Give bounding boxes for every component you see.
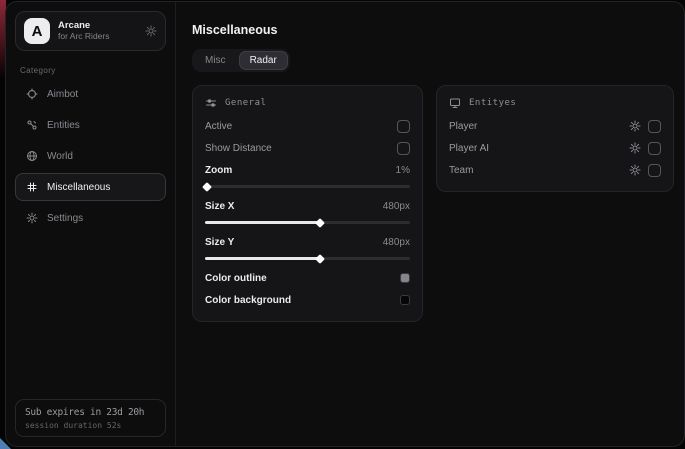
value-zoom: 1%	[396, 165, 410, 176]
label-player-ai: Player AI	[449, 143, 489, 154]
sidebar-item-label: Entities	[47, 120, 80, 131]
card-header-entities: Entityes	[449, 97, 661, 109]
slider-thumb[interactable]	[315, 218, 325, 228]
sidebar-item-aimbot[interactable]: Aimbot	[15, 80, 166, 108]
color-swatch-color-background[interactable]	[400, 295, 410, 305]
row-color-outline: Color outline	[205, 267, 410, 289]
subscription-expiry: Sub expires in 23d 20h	[25, 407, 156, 418]
cards-row: General Active Show Distance Zoom 1% Size X 48…	[192, 85, 674, 322]
monitor-icon	[449, 97, 461, 109]
sidebar-item-settings[interactable]: Settings	[15, 204, 166, 232]
row-team: Team	[449, 159, 661, 181]
row-color-background: Color background	[205, 289, 410, 311]
entities-icon	[25, 119, 38, 131]
sliders-icon	[205, 97, 217, 109]
card-general: General Active Show Distance Zoom 1% Size X 48…	[192, 85, 423, 322]
brand-subtitle: for Arc Riders	[58, 32, 110, 41]
label-size-x: Size X	[205, 201, 234, 212]
checkbox-active[interactable]	[397, 120, 410, 133]
slider-size-x[interactable]	[205, 221, 410, 224]
entity-controls-player-ai	[629, 142, 661, 155]
sidebar-item-label: Miscellaneous	[47, 182, 110, 193]
globe-icon	[25, 150, 38, 162]
label-size-y: Size Y	[205, 237, 234, 248]
sidebar-item-entities[interactable]: Entities	[15, 111, 166, 139]
row-show-distance: Show Distance	[205, 137, 410, 159]
gear-icon	[25, 212, 38, 224]
card-entities: Entityes Player Player AI Team	[436, 85, 674, 192]
sidebar-item-world[interactable]: World	[15, 142, 166, 170]
row-size-y: Size Y 480px	[205, 231, 410, 253]
entity-controls-team	[629, 164, 661, 177]
gear-icon[interactable]	[629, 120, 641, 132]
gear-icon[interactable]	[145, 25, 157, 37]
slider-fill	[205, 221, 320, 224]
tab-bar: MiscRadar	[192, 49, 290, 72]
slider-thumb[interactable]	[202, 182, 212, 192]
checkbox-player-ai[interactable]	[648, 142, 661, 155]
sidebar-item-miscellaneous[interactable]: Miscellaneous	[15, 173, 166, 201]
card-title: Entityes	[469, 98, 516, 108]
tab-radar[interactable]: Radar	[239, 51, 288, 70]
row-player: Player	[449, 115, 661, 137]
color-swatch-color-outline[interactable]	[400, 273, 410, 283]
sidebar-item-label: World	[47, 151, 73, 162]
brand-logo: A	[24, 18, 50, 44]
app-window: A Arcane for Arc Riders Category Aimbot E…	[5, 1, 685, 447]
label-color-outline: Color outline	[205, 273, 267, 284]
sidebar-item-label: Aimbot	[47, 89, 78, 100]
label-show-distance: Show Distance	[205, 143, 272, 154]
tab-misc[interactable]: Misc	[194, 51, 237, 70]
value-size-x: 480px	[383, 201, 410, 212]
label-zoom: Zoom	[205, 165, 232, 176]
slider-fill	[205, 257, 320, 260]
brand-text: Arcane for Arc Riders	[58, 21, 110, 42]
brand-name: Arcane	[58, 21, 110, 31]
label-team: Team	[449, 165, 473, 176]
grid-icon	[25, 181, 38, 193]
row-size-x: Size X 480px	[205, 195, 410, 217]
slider-zoom[interactable]	[205, 185, 410, 188]
brand-card: A Arcane for Arc Riders	[15, 11, 166, 51]
gear-icon[interactable]	[629, 164, 641, 176]
page-title: Miscellaneous	[192, 23, 674, 37]
crosshair-icon	[25, 88, 38, 100]
sidebar-item-label: Settings	[47, 213, 83, 224]
value-size-y: 480px	[383, 237, 410, 248]
card-title: General	[225, 98, 266, 108]
subscription-box: Sub expires in 23d 20h session duration …	[15, 399, 166, 437]
category-label: Category	[20, 66, 161, 75]
row-active: Active	[205, 115, 410, 137]
card-header-general: General	[205, 97, 410, 109]
gear-icon[interactable]	[629, 142, 641, 154]
label-color-background: Color background	[205, 295, 291, 306]
main-panel: Miscellaneous MiscRadar General Active Sho…	[176, 2, 685, 446]
sidebar-nav: Aimbot Entities World Miscellaneous Settings	[15, 80, 166, 232]
sidebar: A Arcane for Arc Riders Category Aimbot E…	[6, 2, 176, 446]
checkbox-team[interactable]	[648, 164, 661, 177]
entity-controls-player	[629, 120, 661, 133]
slider-thumb[interactable]	[315, 254, 325, 264]
label-active: Active	[205, 121, 232, 132]
session-duration: session duration 52s	[25, 421, 156, 430]
label-player: Player	[449, 121, 477, 132]
checkbox-player[interactable]	[648, 120, 661, 133]
checkbox-show-distance[interactable]	[397, 142, 410, 155]
row-zoom: Zoom 1%	[205, 159, 410, 181]
row-player-ai: Player AI	[449, 137, 661, 159]
slider-size-y[interactable]	[205, 257, 410, 260]
